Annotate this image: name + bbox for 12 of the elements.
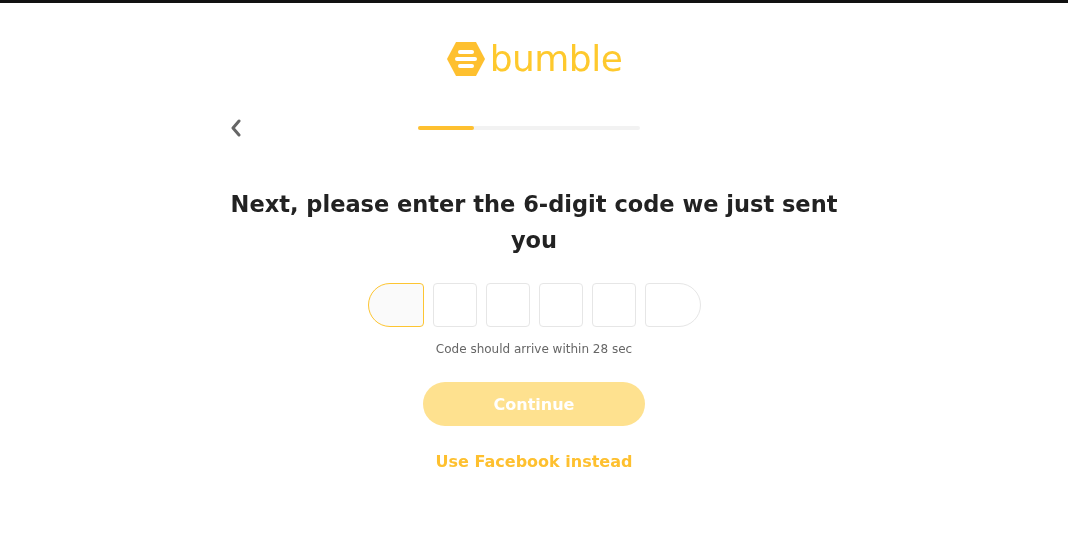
code-digit-field[interactable] [432,283,477,327]
code-digit-field[interactable] [644,283,701,327]
heading: Next, please enter the 6-digit code we just sent you [229,190,839,255]
logo-text: bumble [489,39,623,79]
chevron-left-icon [230,119,242,137]
code-digit-field[interactable] [591,283,636,327]
code-digit-field[interactable] [485,283,530,327]
code-digit-field[interactable] [538,283,583,327]
logo-icon [445,41,486,77]
countdown-hint: Code should arrive within 28 sec [435,342,633,356]
code-digit-field[interactable] [367,283,424,327]
facebook-link[interactable]: Use Facebook instead [435,452,633,471]
